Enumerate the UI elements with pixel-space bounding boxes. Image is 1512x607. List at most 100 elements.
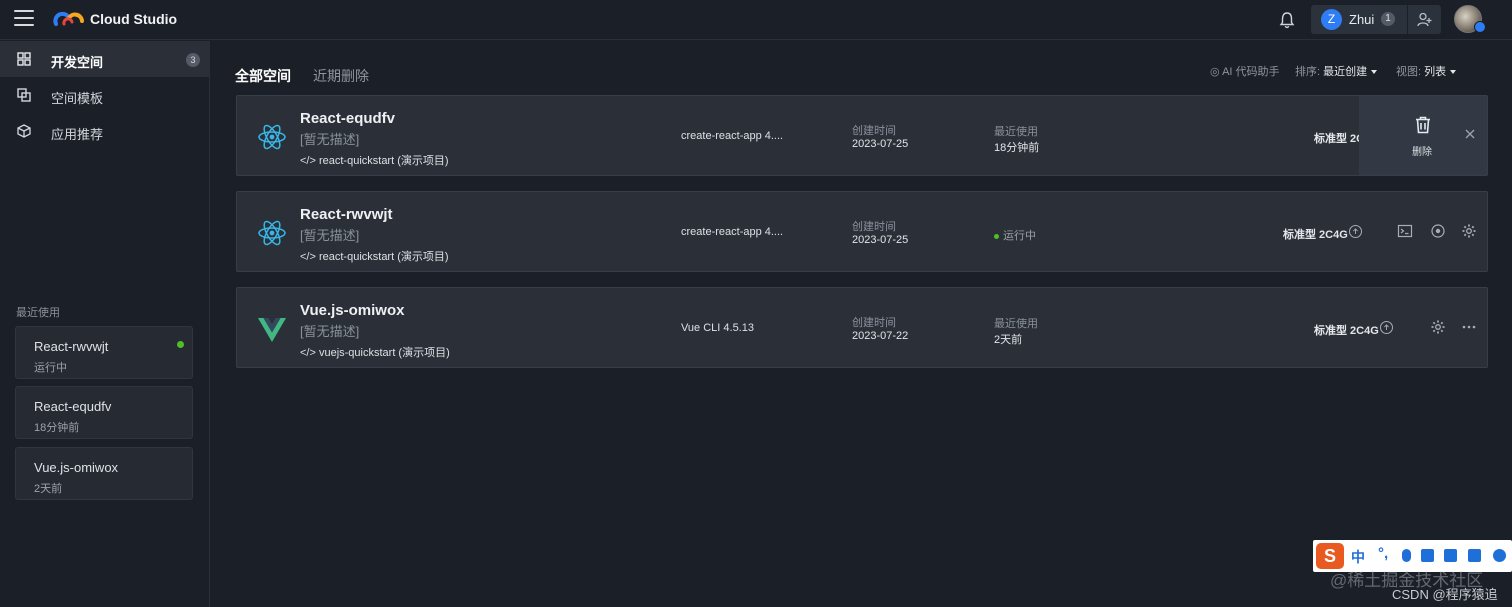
sidebar-item-label: 空间模板 bbox=[51, 91, 104, 106]
watermark-author: CSDN @程序猿追 bbox=[1392, 587, 1498, 602]
spec-label: 标准型 2C4G bbox=[1314, 325, 1379, 337]
bell-icon[interactable] bbox=[1278, 11, 1296, 29]
created-label: 创建时间 bbox=[852, 317, 896, 329]
running-status-dot bbox=[994, 233, 999, 239]
sidebar: 开发空间 3 空间模板 应用推荐 最近使用 React-rwvwjt 运行中 R… bbox=[0, 41, 210, 607]
spec-label: 标准型 2C4G bbox=[1283, 229, 1348, 241]
user-name: Zhui bbox=[1349, 12, 1375, 27]
template-icon bbox=[17, 88, 31, 102]
gear-icon[interactable] bbox=[1461, 223, 1477, 239]
created-date: 2023-07-25 bbox=[852, 234, 909, 246]
user-initial-avatar: Z bbox=[1321, 9, 1342, 30]
delete-panel: 删除 bbox=[1359, 96, 1487, 175]
created-date: 2023-07-22 bbox=[852, 330, 909, 342]
cloud-studio-logo[interactable] bbox=[52, 9, 86, 31]
recent-item[interactable]: Vue.js-omiwox 2天前 bbox=[15, 447, 193, 500]
view-label: 视图: bbox=[1396, 66, 1422, 78]
vue-icon bbox=[258, 318, 286, 342]
grid-icon bbox=[17, 52, 31, 66]
keyboard-icon[interactable] bbox=[1421, 549, 1434, 562]
settings-icon[interactable] bbox=[1493, 549, 1506, 562]
sidebar-item-dev-space[interactable]: 开发空间 3 bbox=[0, 41, 210, 77]
caret-down-icon bbox=[1371, 70, 1378, 75]
workspace-title[interactable]: React-equdfv bbox=[300, 110, 395, 127]
last-used-label: 最近使用 bbox=[994, 318, 1038, 330]
workspace-repo: </> react-quickstart (演示项目) bbox=[300, 155, 449, 167]
sort-control[interactable]: 排序: 最近创建 bbox=[1295, 63, 1378, 79]
workspace-title[interactable]: React-rwvwjt bbox=[300, 206, 393, 223]
delete-label: 删除 bbox=[1412, 147, 1432, 158]
skin-icon[interactable] bbox=[1444, 549, 1457, 562]
created-label: 创建时间 bbox=[852, 221, 896, 233]
recent-item-name: Vue.js-omiwox bbox=[34, 460, 119, 475]
ai-assistant-label: AI 代码助手 bbox=[1222, 66, 1280, 78]
workspace-card[interactable]: React-rwvwjt [暂无描述] </> react-quickstart… bbox=[236, 191, 1488, 272]
add-user-icon bbox=[1417, 12, 1432, 27]
more-icon[interactable] bbox=[1461, 319, 1477, 335]
hamburger-menu-icon[interactable] bbox=[14, 10, 34, 28]
gear-icon[interactable] bbox=[1430, 319, 1446, 335]
add-member-button[interactable] bbox=[1407, 5, 1441, 34]
workspace-template: Vue CLI 4.5.13 bbox=[681, 322, 754, 334]
microphone-icon[interactable] bbox=[1402, 549, 1411, 562]
workspace-description: [暂无描述] bbox=[300, 228, 360, 243]
last-used-value: 18分钟前 bbox=[994, 142, 1040, 154]
terminal-icon[interactable] bbox=[1397, 223, 1413, 239]
recent-item[interactable]: React-rwvwjt 运行中 bbox=[15, 326, 193, 379]
eye-icon: ◎ bbox=[1210, 66, 1220, 78]
stop-icon[interactable] bbox=[1430, 223, 1446, 239]
ime-punctuation-toggle[interactable]: °, bbox=[1378, 545, 1388, 562]
workspace-template: create-react-app 4.... bbox=[681, 226, 784, 238]
recent-item[interactable]: React-equdfv 18分钟前 bbox=[15, 386, 193, 439]
caret-down-icon bbox=[1450, 70, 1457, 75]
status-text: 运行中 bbox=[1003, 230, 1036, 242]
recent-section-title: 最近使用 bbox=[16, 307, 60, 319]
recent-item-status: 运行中 bbox=[34, 362, 67, 374]
sidebar-item-templates[interactable]: 空间模板 bbox=[0, 77, 210, 113]
workspace-description: [暂无描述] bbox=[300, 132, 360, 147]
upgrade-icon[interactable] bbox=[1380, 321, 1393, 334]
member-count-badge: 1 bbox=[1381, 12, 1395, 26]
created-label: 创建时间 bbox=[852, 125, 896, 137]
close-icon[interactable] bbox=[1463, 127, 1477, 141]
sort-label: 排序: bbox=[1295, 66, 1321, 78]
recent-item-name: React-rwvwjt bbox=[34, 339, 109, 354]
ai-assistant-link[interactable]: ◎ AI 代码助手 bbox=[1210, 63, 1280, 79]
brand-name[interactable]: Cloud Studio bbox=[90, 11, 177, 27]
recent-item-name: React-equdfv bbox=[34, 399, 112, 414]
react-icon bbox=[258, 220, 286, 246]
created-date: 2023-07-25 bbox=[852, 138, 909, 150]
running-status-dot bbox=[177, 341, 184, 348]
ime-language-toggle[interactable]: 中 bbox=[1351, 547, 1365, 567]
workspace-repo: </> react-quickstart (演示项目) bbox=[300, 251, 449, 263]
delete-button[interactable]: 删除 bbox=[1391, 114, 1455, 158]
workspace-repo: </> vuejs-quickstart (演示项目) bbox=[300, 347, 450, 359]
sidebar-item-label: 应用推荐 bbox=[51, 127, 104, 142]
sidebar-item-label: 开发空间 bbox=[51, 55, 104, 70]
view-value[interactable]: 列表 bbox=[1424, 66, 1446, 78]
workspace-description: [暂无描述] bbox=[300, 324, 360, 339]
last-used-value: 2天前 bbox=[994, 334, 1023, 346]
team-switcher[interactable]: Z Zhui 1 bbox=[1311, 5, 1441, 34]
recent-item-time: 2天前 bbox=[34, 483, 63, 495]
running-status: 运行中 bbox=[994, 227, 1036, 243]
tab-recently-deleted[interactable]: 近期删除 bbox=[313, 66, 369, 86]
spec-label: 标准型 2C bbox=[1314, 133, 1365, 145]
workspace-card[interactable]: React-equdfv [暂无描述] </> react-quickstart… bbox=[236, 95, 1488, 176]
react-icon bbox=[258, 124, 286, 150]
space-count-badge: 3 bbox=[186, 53, 200, 67]
workspace-title[interactable]: Vue.js-omiwox bbox=[300, 302, 404, 319]
workspace-card[interactable]: Vue.js-omiwox [暂无描述] </> vuejs-quickstar… bbox=[236, 287, 1488, 368]
last-used-label: 最近使用 bbox=[994, 126, 1038, 138]
cube-icon bbox=[17, 124, 31, 138]
upgrade-icon[interactable] bbox=[1349, 225, 1362, 238]
sidebar-item-recommend[interactable]: 应用推荐 bbox=[0, 113, 210, 149]
sort-value[interactable]: 最近创建 bbox=[1323, 66, 1367, 78]
profile-badge-icon bbox=[1474, 21, 1486, 33]
toolbox-icon[interactable] bbox=[1468, 549, 1481, 562]
tab-all-spaces[interactable]: 全部空间 bbox=[235, 66, 291, 86]
top-bar: Cloud Studio Z Zhui 1 bbox=[0, 0, 1512, 40]
trash-icon bbox=[1416, 116, 1430, 134]
recent-item-time: 18分钟前 bbox=[34, 422, 80, 434]
view-control[interactable]: 视图: 列表 bbox=[1396, 63, 1457, 79]
